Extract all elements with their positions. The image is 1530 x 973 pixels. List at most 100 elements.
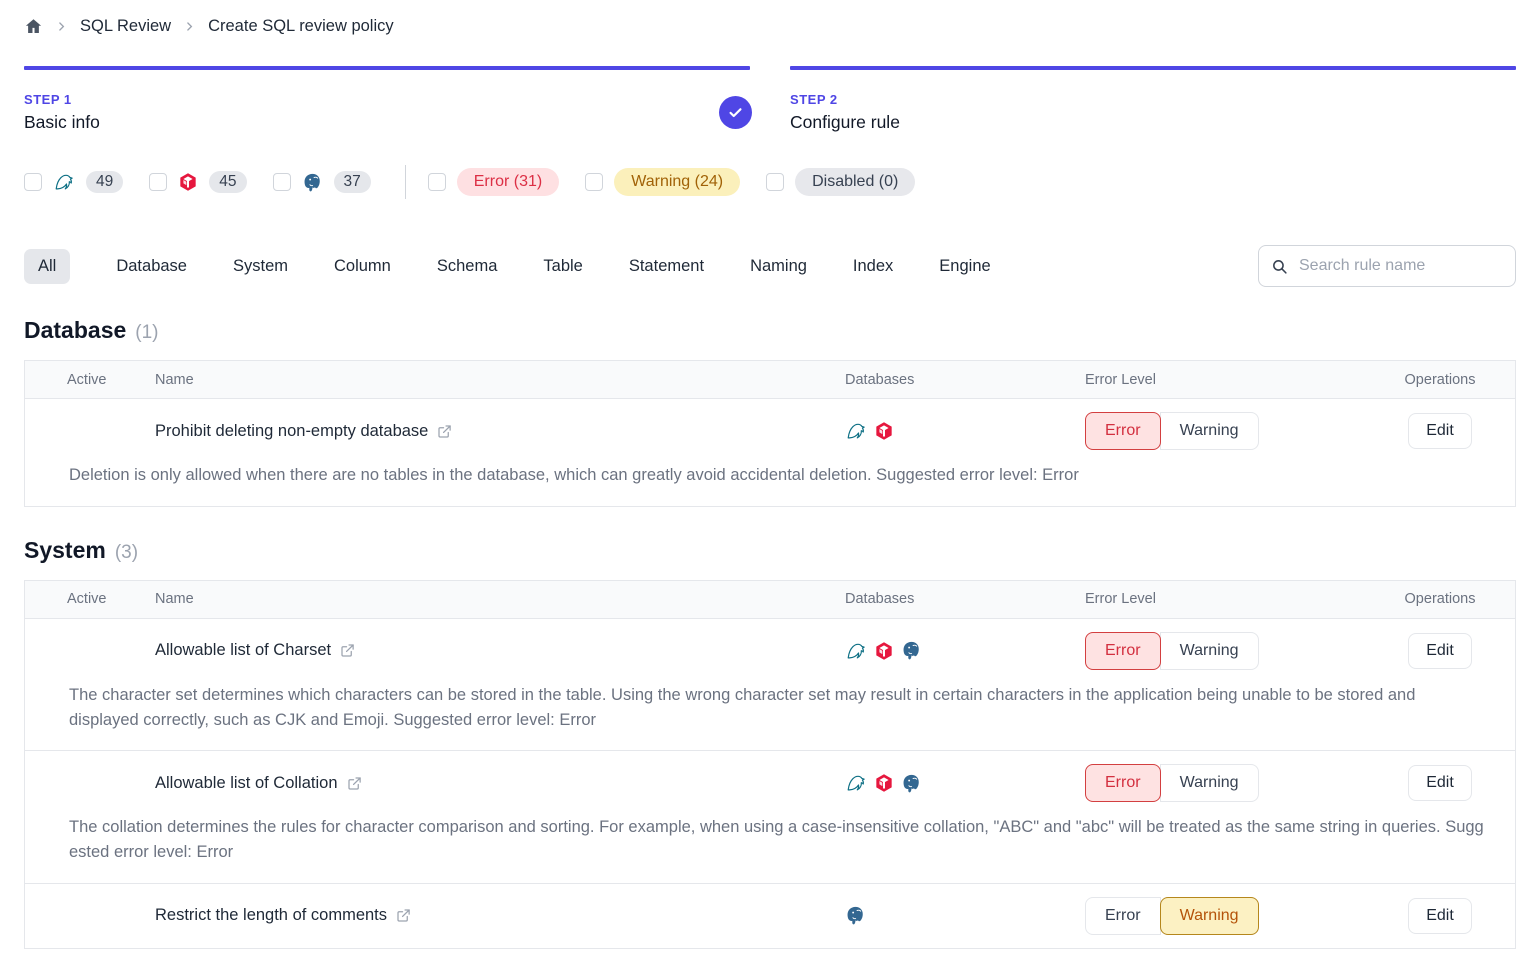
error-filter-checkbox[interactable] — [428, 173, 446, 191]
filter-divider — [405, 165, 406, 199]
filter-disabled: Disabled (0) — [766, 168, 915, 196]
rule-name-link[interactable]: Allowable list of Collation — [155, 774, 845, 793]
breadcrumb: SQL Review Create SQL review policy — [24, 12, 1516, 40]
system-rule-table: Active Name Databases Error Level Operat… — [24, 580, 1516, 949]
error-count-badge: Error (31) — [457, 168, 559, 196]
tab-naming[interactable]: Naming — [750, 249, 807, 284]
step-1: STEP 1 Basic info — [24, 66, 750, 133]
error-level-error-button[interactable]: Error — [1085, 632, 1161, 670]
edit-button[interactable]: Edit — [1408, 633, 1472, 669]
tidb-icon — [178, 172, 198, 192]
error-level-switch: Error Warning — [1085, 897, 1365, 935]
step-1-progress-bar — [24, 66, 750, 70]
filter-mysql: 49 — [24, 171, 123, 193]
tab-system[interactable]: System — [233, 249, 288, 284]
rule-name-link[interactable]: Restrict the length of comments — [155, 906, 845, 925]
disabled-filter-checkbox[interactable] — [766, 173, 784, 191]
tidb-filter-checkbox[interactable] — [149, 173, 167, 191]
filter-tidb: 45 — [149, 171, 246, 193]
section-count: (1) — [135, 322, 158, 344]
col-error-level: Error Level — [1085, 591, 1365, 607]
section-system-heading: System (3) — [24, 537, 1516, 564]
error-level-error-button[interactable]: Error — [1085, 897, 1161, 935]
tab-statement[interactable]: Statement — [629, 249, 704, 284]
external-link-icon — [437, 424, 452, 439]
error-level-warning-button[interactable]: Warning — [1160, 632, 1259, 670]
step-2: STEP 2 Configure rule — [790, 66, 1516, 133]
tab-column[interactable]: Column — [334, 249, 391, 284]
step-1-label: STEP 1 — [24, 92, 750, 107]
tab-index[interactable]: Index — [853, 249, 893, 284]
table-row: Restrict the length of comments Error Wa… — [25, 884, 1515, 948]
step-2-title: Configure rule — [790, 112, 1516, 133]
postgres-icon — [845, 905, 866, 926]
search-box — [1258, 245, 1516, 287]
section-title: Database — [24, 317, 126, 344]
table-header: Active Name Databases Error Level Operat… — [25, 581, 1515, 619]
mysql-icon — [845, 420, 867, 442]
rule-name-link[interactable]: Allowable list of Charset — [155, 641, 845, 660]
rule-engines — [845, 905, 1085, 926]
step-1-completed-check-icon — [719, 96, 752, 129]
tab-engine[interactable]: Engine — [939, 249, 990, 284]
table-header: Active Name Databases Error Level Operat… — [25, 361, 1515, 399]
rule-engines — [845, 640, 1085, 662]
database-rule-table: Active Name Databases Error Level Operat… — [24, 360, 1516, 507]
error-level-warning-button[interactable]: Warning — [1160, 897, 1259, 935]
filter-warning: Warning (24) — [585, 168, 740, 196]
edit-button[interactable]: Edit — [1408, 765, 1472, 801]
tab-table[interactable]: Table — [543, 249, 582, 284]
col-active: Active — [25, 591, 155, 607]
postgres-count-badge: 37 — [334, 171, 371, 193]
rule-name-link[interactable]: Prohibit deleting non-empty database — [155, 422, 845, 441]
filter-error: Error (31) — [428, 168, 559, 196]
edit-button[interactable]: Edit — [1408, 898, 1472, 934]
rule-description: The character set determines which chara… — [25, 683, 1515, 751]
search-rule-input[interactable] — [1297, 256, 1503, 276]
step-2-progress-bar — [790, 66, 1516, 70]
table-row: Allowable list of Collation Error Warnin… — [25, 751, 1515, 815]
rule-prohibit-deleting-non-empty-database: Prohibit deleting non-empty database Err… — [25, 399, 1515, 506]
col-active: Active — [25, 372, 155, 388]
filter-postgres: 37 — [273, 171, 371, 193]
rule-allowable-list-of-collation: Allowable list of Collation Error Warnin… — [25, 750, 1515, 883]
postgres-icon — [901, 640, 922, 661]
filter-bar: 49 45 37 Error (31) Warning (24) Disable… — [24, 165, 1516, 199]
error-level-error-button[interactable]: Error — [1085, 764, 1161, 802]
breadcrumb-current-page: Create SQL review policy — [208, 17, 394, 36]
rule-description: Deletion is only allowed when there are … — [25, 463, 1515, 506]
error-level-switch: Error Warning — [1085, 764, 1365, 802]
mysql-filter-checkbox[interactable] — [24, 173, 42, 191]
tab-database[interactable]: Database — [116, 249, 187, 284]
error-level-error-button[interactable]: Error — [1085, 412, 1161, 450]
col-name: Name — [155, 591, 845, 607]
postgres-icon — [901, 773, 922, 794]
col-operations: Operations — [1365, 372, 1515, 388]
breadcrumb-sql-review[interactable]: SQL Review — [80, 17, 171, 36]
rule-engines — [845, 772, 1085, 794]
postgres-icon — [302, 172, 323, 193]
category-tab-bar: All Database System Column Schema Table … — [24, 245, 1516, 287]
col-operations: Operations — [1365, 591, 1515, 607]
mysql-icon — [845, 640, 867, 662]
step-1-title: Basic info — [24, 112, 750, 133]
tab-all[interactable]: All — [24, 249, 70, 284]
error-level-warning-button[interactable]: Warning — [1160, 412, 1259, 450]
rule-description: The collation determines the rules for c… — [25, 815, 1515, 883]
postgres-filter-checkbox[interactable] — [273, 173, 291, 191]
col-error-level: Error Level — [1085, 372, 1365, 388]
section-count: (3) — [115, 542, 138, 564]
rule-allowable-list-of-charset: Allowable list of Charset Error Warning … — [25, 619, 1515, 751]
mysql-count-badge: 49 — [86, 171, 123, 193]
section-title: System — [24, 537, 106, 564]
warning-filter-checkbox[interactable] — [585, 173, 603, 191]
tab-schema[interactable]: Schema — [437, 249, 498, 284]
table-row: Prohibit deleting non-empty database Err… — [25, 399, 1515, 463]
home-icon[interactable] — [24, 17, 43, 36]
edit-button[interactable]: Edit — [1408, 413, 1472, 449]
create-sql-review-policy-page: SQL Review Create SQL review policy STEP… — [0, 0, 1530, 973]
section-database-heading: Database (1) — [24, 317, 1516, 344]
tidb-icon — [874, 773, 894, 793]
tidb-icon — [874, 641, 894, 661]
error-level-warning-button[interactable]: Warning — [1160, 764, 1259, 802]
